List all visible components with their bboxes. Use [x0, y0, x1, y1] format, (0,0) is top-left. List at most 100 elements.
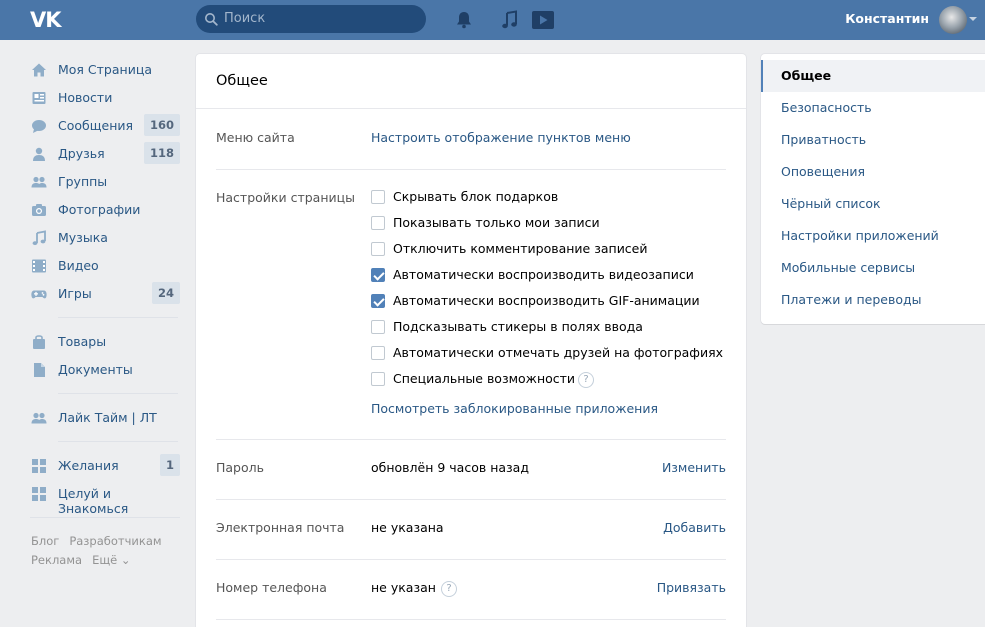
settings-tab-notifications[interactable]: Оповещения	[761, 156, 985, 188]
search-icon	[205, 13, 218, 26]
settings-tab-payments[interactable]: Платежи и переводы	[761, 284, 985, 316]
play-icon[interactable]	[532, 9, 554, 31]
footer-links: Блог Разработчикам Реклама Ещё ⌄	[31, 532, 181, 570]
checkbox-label: Подсказывать стикеры в полях ввода	[393, 319, 643, 334]
checkbox-box[interactable]	[371, 346, 385, 360]
sidebar-item-label: Сообщения	[58, 118, 134, 133]
music-icon[interactable]	[499, 9, 521, 31]
checkbox-label: Автоматически воспроизводить видеозаписи	[393, 267, 694, 282]
footer-link-developers[interactable]: Разработчикам	[69, 534, 161, 548]
settings-tab-label: Настройки приложений	[781, 228, 939, 243]
sidebar-item-games[interactable]: Игры 24	[30, 280, 180, 308]
divider	[216, 619, 726, 620]
sidebar-divider	[58, 441, 178, 442]
music-icon	[32, 230, 46, 246]
chevron-down-icon[interactable]	[969, 17, 977, 21]
sidebar-item-news[interactable]: Новости	[30, 84, 180, 112]
checkbox-box[interactable]	[371, 242, 385, 256]
count-badge: 160	[143, 114, 180, 136]
top-bar: VK Поиск Константин	[0, 0, 985, 40]
sidebar-item-label: Лайк Тайм | ЛТ	[58, 410, 157, 425]
sidebar-item-documents[interactable]: Документы	[30, 356, 180, 384]
search-input[interactable]: Поиск	[196, 5, 426, 33]
sidebar-item-messages[interactable]: Сообщения 160	[30, 112, 180, 140]
email-status: не указана	[371, 520, 444, 535]
sidebar-divider	[58, 317, 178, 318]
checkbox-label: Специальные возможности	[393, 371, 576, 386]
gamepad-icon	[31, 290, 47, 299]
link-phone-link[interactable]: Привязать	[657, 580, 726, 595]
settings-tab-label: Оповещения	[781, 164, 865, 179]
apps-icon	[32, 459, 46, 473]
count-badge: 24	[151, 282, 180, 304]
sidebar-item-wishes[interactable]: Желания 1	[30, 452, 180, 480]
checkbox-box[interactable]	[371, 320, 385, 334]
settings-panel: Общее Меню сайта Настроить отображение п…	[196, 54, 746, 627]
footer-link-ads[interactable]: Реклама	[31, 553, 82, 567]
checkbox-box[interactable]	[371, 294, 385, 308]
sidebar-item-label: Документы	[58, 362, 133, 377]
groups-icon	[31, 176, 47, 188]
sidebar-item-label: Фотографии	[58, 202, 141, 217]
user-name[interactable]: Константин	[845, 11, 929, 26]
blocked-apps-link[interactable]: Посмотреть заблокированные приложения	[371, 401, 658, 416]
settings-tab-label: Общее	[781, 68, 832, 83]
sidebar-item-video[interactable]: Видео	[30, 252, 180, 280]
sidebar-item-label: Моя Страница	[58, 62, 152, 77]
sidebar-item-label: Товары	[58, 334, 107, 349]
sidebar-item-kiss-and-meet[interactable]: Целуй и Знакомься	[30, 480, 180, 516]
sidebar-item-label: Друзья	[58, 146, 105, 161]
sidebar-divider	[30, 517, 180, 518]
vk-logo[interactable]: VK	[30, 8, 66, 32]
phone-status: не указан	[371, 580, 436, 595]
settings-tab-mobile-services[interactable]: Мобильные сервисы	[761, 252, 985, 284]
divider	[216, 439, 726, 440]
checkbox-box[interactable]	[371, 190, 385, 204]
left-sidebar: Моя Страница Новости Сообщения 160 Друзь…	[30, 56, 180, 528]
password-label: Пароль	[216, 460, 264, 475]
sidebar-item-photos[interactable]: Фотографии	[30, 196, 180, 224]
bell-icon[interactable]	[453, 9, 475, 31]
help-icon[interactable]: ?	[441, 581, 457, 597]
checkbox-box[interactable]	[371, 268, 385, 282]
page-settings-label: Настройки страницы	[216, 190, 355, 205]
sidebar-item-groups[interactable]: Группы	[30, 168, 180, 196]
sidebar-divider	[58, 393, 178, 394]
sidebar-item-my-page[interactable]: Моя Страница	[30, 56, 180, 84]
footer-link-more[interactable]: Ещё ⌄	[92, 553, 130, 567]
apps-icon	[32, 487, 46, 501]
page-title: Общее	[216, 73, 268, 89]
footer-link-blog[interactable]: Блог	[31, 534, 59, 548]
sidebar-item-market[interactable]: Товары	[30, 328, 180, 356]
settings-tab-security[interactable]: Безопасность	[761, 92, 985, 124]
change-password-link[interactable]: Изменить	[662, 460, 726, 475]
email-label: Электронная почта	[216, 520, 345, 535]
checkbox-box[interactable]	[371, 372, 385, 386]
sidebar-item-like-time[interactable]: Лайк Тайм | ЛТ	[30, 404, 180, 432]
customize-menu-link[interactable]: Настроить отображение пунктов меню	[371, 130, 631, 145]
settings-tab-label: Безопасность	[781, 100, 872, 115]
settings-tab-label: Платежи и переводы	[781, 292, 922, 307]
help-icon[interactable]: ?	[578, 372, 594, 388]
divider	[196, 108, 746, 109]
settings-tab-privacy[interactable]: Приватность	[761, 124, 985, 156]
settings-tab-app-settings[interactable]: Настройки приложений	[761, 220, 985, 252]
settings-tab-label: Чёрный список	[781, 196, 881, 211]
checkbox-label: Показывать только мои записи	[393, 215, 600, 230]
checkbox-label: Отключить комментирование записей	[393, 241, 648, 256]
settings-tab-blacklist[interactable]: Чёрный список	[761, 188, 985, 220]
settings-tab-general[interactable]: Общее	[761, 60, 985, 92]
checkbox-label: Скрывать блок подарков	[393, 189, 559, 204]
avatar[interactable]	[939, 6, 967, 34]
checkbox-label: Автоматически воспроизводить GIF-анимаци…	[393, 293, 700, 308]
document-icon	[34, 363, 45, 377]
bag-icon	[33, 335, 45, 349]
settings-tab-label: Мобильные сервисы	[781, 260, 916, 275]
checkbox-box[interactable]	[371, 216, 385, 230]
sidebar-item-music[interactable]: Музыка	[30, 224, 180, 252]
camera-icon	[32, 204, 46, 216]
sidebar-item-friends[interactable]: Друзья 118	[30, 140, 180, 168]
add-email-link[interactable]: Добавить	[663, 520, 726, 535]
phone-label: Номер телефона	[216, 580, 327, 595]
friends-icon	[33, 147, 45, 161]
